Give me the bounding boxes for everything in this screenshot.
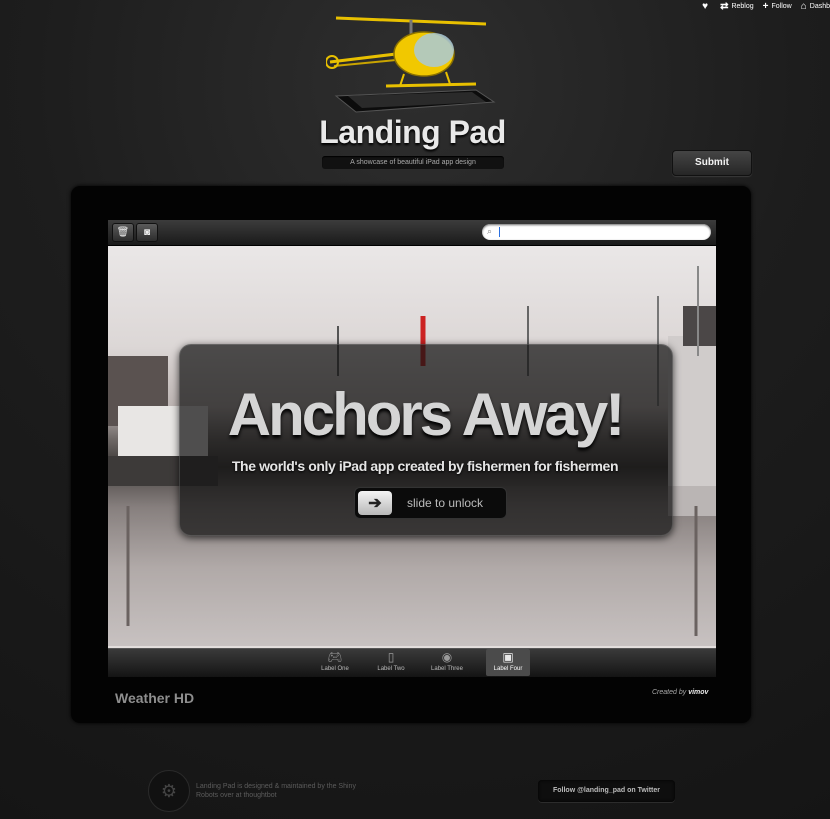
submit-button[interactable]: Submit: [672, 150, 752, 176]
slide-to-unlock-slider[interactable]: ➔ slide to unlock: [354, 487, 507, 519]
tab-label-three[interactable]: ◉ Label Three: [425, 649, 469, 676]
search-icon: ⌕: [487, 226, 493, 236]
credit-line: Created by vimov: [652, 689, 709, 696]
site-title[interactable]: Landing Pad: [290, 114, 535, 151]
tumblr-controls: ♥ ⇄ Reblog + Follow ⌂ Dashb: [702, 1, 830, 12]
tab-label-two[interactable]: ▯ Label Two: [369, 649, 413, 676]
app-subheadline: The world's only iPad app created by fis…: [231, 458, 619, 474]
tab-label-four[interactable]: ▣ Label Four: [486, 649, 530, 676]
tab-label-one[interactable]: 🎮︎ Label One: [313, 649, 357, 676]
heart-icon: ♥: [702, 1, 709, 12]
disc-icon: ◉: [441, 650, 453, 664]
app-name[interactable]: Weather HD: [115, 690, 194, 706]
search-input[interactable]: [501, 225, 701, 238]
home-icon: ⌂: [800, 1, 807, 12]
reblog-icon: ⇄: [720, 1, 729, 12]
ipod-icon: ▯: [387, 650, 395, 664]
follow-button[interactable]: + Follow: [762, 1, 792, 12]
monitor-icon: ▣: [502, 650, 514, 664]
helicopter-logo-icon[interactable]: [326, 4, 496, 119]
credit-author-link[interactable]: vimov: [688, 689, 708, 696]
plus-icon: +: [762, 1, 769, 12]
trash-button[interactable]: 🗑: [112, 223, 134, 242]
text-caret: [499, 227, 500, 237]
like-button[interactable]: ♥: [702, 1, 711, 12]
twitter-follow-button[interactable]: Follow @landing_pad on Twitter: [538, 780, 675, 802]
gamepad-icon: 🎮︎: [327, 650, 343, 664]
robot-logo-icon[interactable]: ⚙: [148, 770, 190, 812]
dashboard-button[interactable]: ⌂ Dashb: [800, 1, 830, 12]
camera-icon: ◙: [143, 227, 151, 238]
trash-icon: 🗑: [116, 227, 130, 238]
site-tagline: A showcase of beautiful iPad app design: [322, 156, 504, 169]
slider-knob[interactable]: ➔: [358, 491, 392, 515]
slider-label: slide to unlock: [407, 496, 484, 510]
app-headline: Anchors Away!: [227, 381, 625, 448]
app-search-bar[interactable]: ⌕: [482, 224, 711, 240]
arrow-right-icon: ➔: [368, 495, 382, 512]
reblog-button[interactable]: ⇄ Reblog: [720, 1, 754, 12]
camera-button[interactable]: ◙: [136, 223, 158, 242]
footer-text: Landing Pad is designed & maintained by …: [196, 783, 356, 799]
